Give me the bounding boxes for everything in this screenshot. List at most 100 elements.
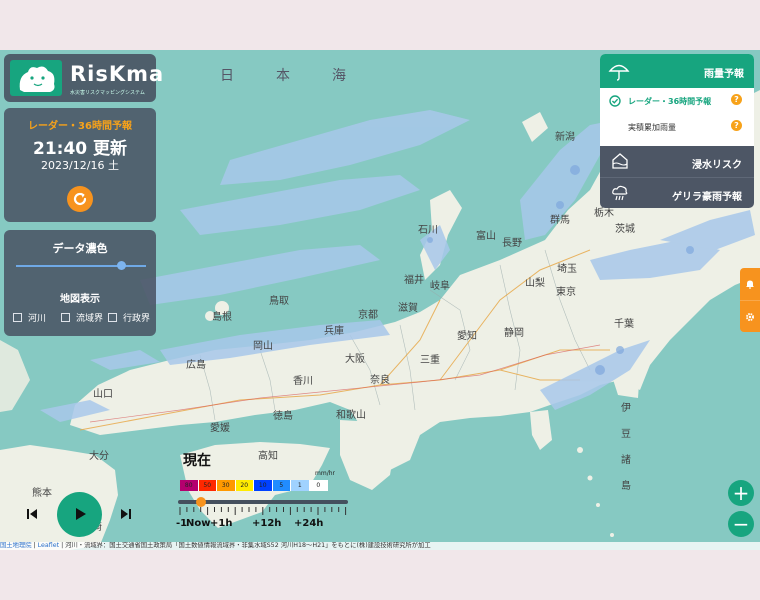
opacity-slider-thumb[interactable] — [117, 261, 127, 270]
legend-cell: 20 — [235, 480, 254, 491]
skip-back-icon — [27, 509, 37, 519]
app-root: 日 本 海 新潟 石川 富山 福井 岐阜 長野 群馬 栃木 茨城 埼玉 東京 千葉 山梨 静岡 愛知 滋賀 京都… — [0, 50, 760, 550]
forecast-type-label: レーダー・36時間予報 — [28, 121, 132, 132]
refresh-icon — [73, 192, 87, 206]
place-label: 奈良 — [370, 373, 390, 386]
place-label: 広島 — [186, 358, 206, 371]
tick-label: Now — [186, 518, 211, 529]
attribution-text: | 河川・流域界：国土交通省国土政策局「国土数値情報流域界・非集水域S52 河川… — [59, 542, 431, 549]
place-label: 群馬 — [550, 213, 570, 226]
skip-forward-icon — [121, 509, 131, 519]
place-label: 伊 — [621, 402, 631, 414]
place-label: 山口 — [93, 388, 113, 400]
checkbox-basins-label: 流域界 — [76, 314, 104, 324]
checkbox-basins[interactable]: 流域界 — [61, 311, 103, 324]
place-label: 埼玉 — [557, 262, 577, 275]
zoom-out-button[interactable]: − — [728, 511, 754, 537]
legend-cell: 5 — [272, 480, 291, 491]
place-label: 茨城 — [615, 222, 635, 235]
place-label: 和歌山 — [336, 408, 366, 421]
menu-cumulative-rain[interactable]: 実積累加雨量 ? — [600, 114, 754, 140]
checkbox-box[interactable] — [61, 313, 70, 322]
opacity-slider[interactable] — [16, 261, 146, 270]
legend-cell: 50 — [198, 480, 217, 491]
gsi-link[interactable]: 国土地理院 — [0, 542, 31, 549]
map-display-label: 地図表示 — [60, 294, 100, 305]
zoom-in-button[interactable]: + — [728, 480, 754, 506]
data-density-label: データ濃色 — [52, 242, 108, 255]
play-button[interactable] — [57, 492, 102, 537]
sea-label: 日 本 海 — [220, 68, 360, 84]
menu-flood-risk[interactable]: 浸水リスク — [600, 146, 754, 177]
menu-radar-36h[interactable]: レーダー・36時間予報 ? — [600, 88, 754, 114]
tick-label: +24h — [294, 518, 324, 529]
umbrella-icon — [608, 64, 630, 81]
skip-forward-button[interactable] — [118, 506, 134, 522]
layer-settings-card: データ濃色 地図表示 河川 流域界 行政界 — [4, 230, 156, 336]
help-icon[interactable]: ? — [731, 94, 742, 105]
forecast-menu: 雨量予報 レーダー・36時間予報 ? 実積累加雨量 ? 浸水リスク ゲリラ豪雨予… — [600, 54, 754, 208]
place-label: 東京 — [556, 285, 576, 298]
place-label: 福井 — [404, 273, 424, 286]
rain-cloud-icon — [612, 185, 628, 201]
place-label: 長野 — [502, 237, 522, 249]
timeline-thumb[interactable] — [196, 497, 206, 507]
place-label: 富山 — [476, 229, 496, 242]
legend-unit: mm/hr — [315, 470, 335, 477]
tick-label: +12h — [252, 518, 282, 529]
place-label: 岡山 — [253, 340, 273, 352]
legend-cell: 30 — [217, 480, 236, 491]
logo-card[interactable]: RisKma 水災害リスクマッピングシステム — [4, 54, 163, 102]
menu-flood-risk-label: 浸水リスク — [692, 160, 742, 171]
checkbox-rivers[interactable]: 河川 — [13, 311, 46, 324]
help-icon[interactable]: ? — [731, 120, 742, 131]
place-label: 豆 — [621, 428, 631, 440]
play-icon — [76, 508, 86, 520]
place-label: 鳥取 — [269, 294, 289, 307]
logo-mascot-icon — [10, 60, 62, 96]
legend-cell: 0 — [309, 480, 328, 491]
place-label: 島 — [621, 479, 631, 492]
checkbox-admin[interactable]: 行政界 — [108, 311, 150, 324]
place-label: 大阪 — [345, 352, 365, 365]
menu-guerrilla-rain-label: ゲリラ豪雨予報 — [672, 192, 742, 203]
logo-text: RisKma — [70, 62, 165, 86]
place-label: 山梨 — [525, 276, 545, 289]
checkbox-box[interactable] — [13, 313, 22, 322]
logo-subtitle: 水災害リスクマッピングシステム — [70, 90, 145, 96]
leaflet-link[interactable]: Leaflet — [38, 542, 59, 549]
side-tool-tabs — [740, 268, 760, 332]
legend-cell: 10 — [254, 480, 273, 491]
update-time: 21:40 更新 — [32, 139, 128, 159]
place-label: 諸 — [621, 453, 631, 466]
place-label: 新潟 — [555, 130, 575, 143]
refresh-button[interactable] — [67, 186, 93, 212]
gear-icon — [746, 312, 754, 321]
checkbox-box[interactable] — [108, 313, 117, 322]
place-label: 滋賀 — [398, 301, 418, 314]
menu-cumulative-rain-label: 実積累加雨量 — [628, 123, 676, 132]
update-date: 2023/12/16 土 — [41, 159, 119, 172]
map-attribution: 国土地理院 | Leaflet | 河川・流域界：国土交通省国土政策局「国土数値… — [0, 542, 760, 550]
place-label: 静岡 — [504, 326, 524, 339]
menu-rain-forecast[interactable]: 雨量予報 — [600, 54, 754, 88]
skip-back-button[interactable] — [24, 506, 40, 522]
bell-icon — [746, 280, 754, 289]
place-label: 三重 — [420, 353, 440, 366]
update-time-card: レーダー・36時間予報 21:40 更新 2023/12/16 土 — [4, 108, 156, 222]
notification-tab[interactable] — [740, 268, 760, 300]
place-label: 愛知 — [457, 329, 477, 342]
opacity-slider-track[interactable] — [16, 265, 146, 267]
check-circle-icon — [609, 95, 621, 107]
place-label: 岐阜 — [430, 279, 450, 292]
place-label: 香川 — [293, 375, 313, 387]
legend-cell: 1 — [291, 480, 310, 491]
place-label: 京都 — [358, 308, 378, 321]
place-label: 徳島 — [273, 409, 293, 422]
timeline-panel: 現在 mm/hr 80 50 30 20 10 5 1 0 -1 Now +1h +12h +… — [0, 448, 360, 538]
menu-guerrilla-rain[interactable]: ゲリラ豪雨予報 — [600, 177, 754, 208]
menu-radar-36h-label: レーダー・36時間予報 — [628, 97, 712, 106]
tick-label: +1h — [210, 518, 233, 529]
timeline-ticks — [179, 507, 347, 515]
settings-tab[interactable] — [740, 300, 760, 332]
